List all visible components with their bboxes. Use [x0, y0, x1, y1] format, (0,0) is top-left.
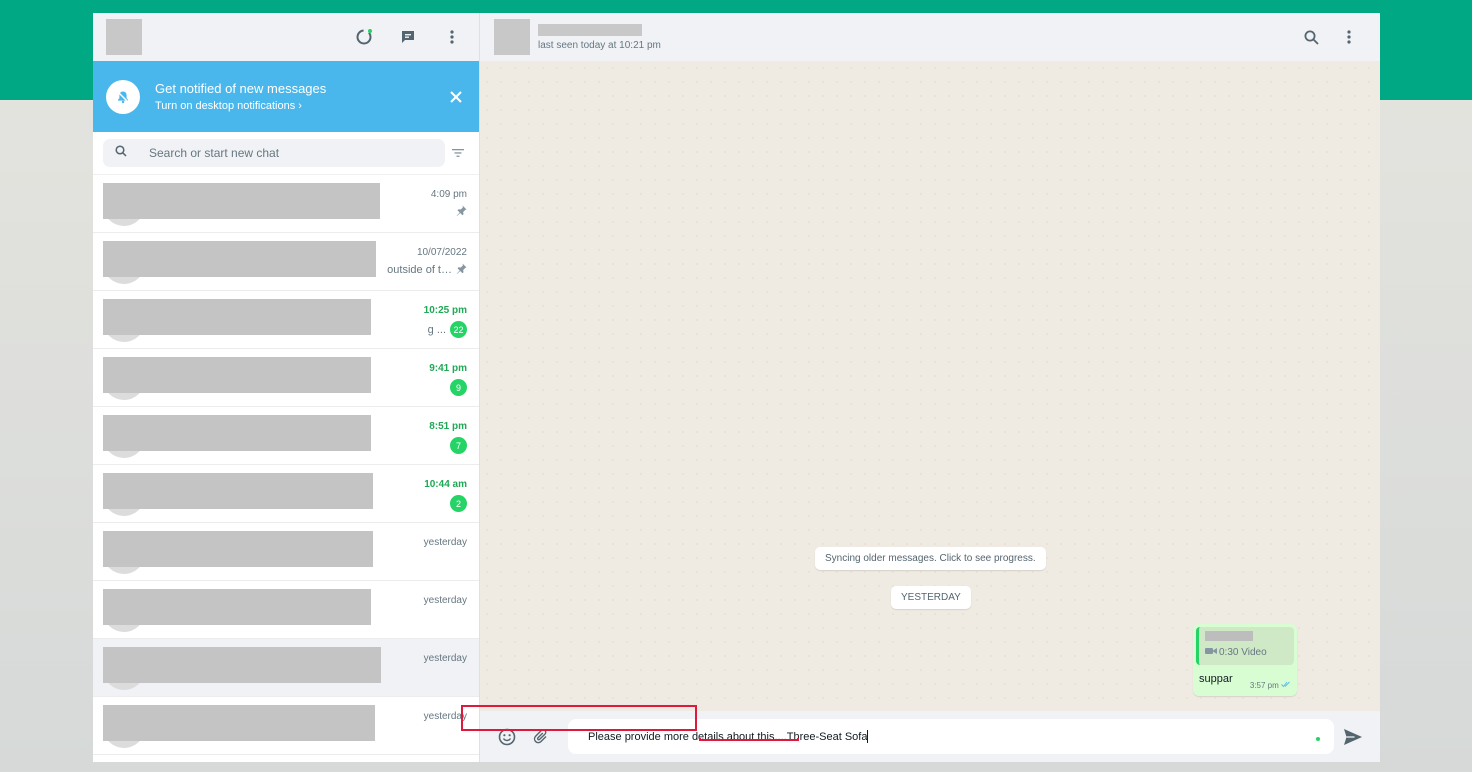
status-icon[interactable]	[353, 26, 375, 48]
chat-meta: 2	[450, 495, 467, 512]
close-icon[interactable]	[446, 87, 466, 107]
search-icon	[115, 144, 127, 162]
notification-title: Get notified of new messages	[155, 81, 327, 96]
chat-preview-redacted	[103, 241, 376, 277]
status-dot-icon	[1316, 737, 1320, 741]
chat-meta: 9	[450, 379, 467, 396]
whatsapp-window: Get notified of new messages Turn on des…	[93, 13, 1380, 762]
last-seen: last seen today at 10:21 pm	[538, 39, 661, 51]
my-avatar[interactable]	[106, 19, 142, 55]
contact-info[interactable]: last seen today at 10:21 pm	[538, 23, 661, 51]
chat-meta: 7	[450, 437, 467, 454]
message-typed-text: Three-Seat Sofa	[786, 730, 868, 743]
media-label: 0:30 Video	[1219, 647, 1267, 658]
header-actions	[353, 26, 463, 48]
double-check-icon	[1281, 681, 1291, 690]
chat-row[interactable]: 8:51 pm 7	[93, 407, 479, 465]
quoted-author-redacted	[1205, 631, 1253, 641]
chat-time: yesterday	[423, 537, 467, 548]
chat-preview-redacted	[103, 531, 373, 567]
conversation-actions	[1300, 26, 1360, 48]
chat-preview-redacted	[103, 647, 381, 683]
composer-actions	[496, 726, 552, 748]
chat-row[interactable]: yesterday	[93, 697, 479, 755]
notification-banner[interactable]: Get notified of new messages Turn on des…	[93, 61, 479, 132]
emoji-icon[interactable]	[496, 726, 518, 748]
pin-icon	[456, 205, 467, 219]
chat-row[interactable]: yesterday	[93, 581, 479, 639]
chat-row[interactable]: 4:09 pm	[93, 175, 479, 233]
chat-preview-redacted	[103, 183, 380, 219]
date-divider: YESTERDAY	[891, 586, 971, 609]
chat-preview-redacted	[103, 473, 373, 509]
new-chat-icon[interactable]	[397, 26, 419, 48]
chat-row[interactable]: 10:25 pm g ... 22	[93, 291, 479, 349]
search-input[interactable]	[149, 146, 419, 160]
unread-badge: 7	[450, 437, 467, 454]
conversation-header[interactable]: last seen today at 10:21 pm	[480, 13, 1380, 61]
chat-time: 10/07/2022	[416, 247, 467, 258]
send-icon[interactable]	[1342, 726, 1364, 748]
notification-text: Get notified of new messages Turn on des…	[155, 81, 326, 112]
left-header	[93, 13, 479, 61]
contact-avatar[interactable]	[494, 19, 530, 55]
message-prefix-text: Please provide more details about this..…	[588, 730, 787, 743]
pin-icon	[456, 263, 467, 277]
chat-row[interactable]: 10:44 am 2	[93, 465, 479, 523]
chat-preview-redacted	[103, 589, 371, 625]
unread-badge: 22	[450, 321, 467, 338]
chat-snippet: outside of t…	[387, 264, 452, 276]
chat-row[interactable]: 9:41 pm 9	[93, 349, 479, 407]
filter-icon[interactable]	[447, 142, 469, 164]
chat-time: 10:44 am	[424, 479, 467, 490]
chat-preview-redacted	[103, 357, 371, 393]
chat-list: 4:09 pm 10/07/2022 outside of t… 10:25 pm g …	[93, 175, 479, 762]
chat-preview-redacted	[103, 705, 375, 741]
menu-icon[interactable]	[441, 26, 463, 48]
message-input[interactable]: Please provide more details about this..…	[568, 719, 1334, 754]
bell-off-icon	[106, 79, 140, 114]
enable-notifications-link[interactable]: Turn on desktop notifications ›	[155, 100, 326, 112]
search-box[interactable]	[103, 139, 445, 167]
chat-time: 10:25 pm	[423, 305, 467, 316]
search-icon[interactable]	[1300, 26, 1322, 48]
conversation-pane: last seen today at 10:21 pm Syncing olde…	[480, 13, 1380, 762]
chat-time: yesterday	[423, 711, 467, 722]
chat-time: 8:51 pm	[429, 421, 467, 432]
chat-meta: outside of t…	[387, 263, 467, 277]
chat-list-pane: Get notified of new messages Turn on des…	[93, 13, 480, 762]
attach-icon[interactable]	[530, 726, 552, 748]
chat-time: yesterday	[423, 595, 467, 606]
message-meta: 3:57 pm	[1250, 681, 1291, 690]
message-area: Syncing older messages. Click to see pro…	[480, 61, 1380, 711]
chat-meta: g ... 22	[428, 321, 467, 338]
chat-time: yesterday	[423, 653, 467, 664]
chat-time: 4:09 pm	[430, 189, 467, 200]
search-row	[93, 132, 479, 175]
unread-badge: 9	[450, 379, 467, 396]
message-time: 3:57 pm	[1249, 681, 1279, 690]
chat-time: 9:41 pm	[429, 363, 467, 374]
quoted-message[interactable]: 0:30 Video	[1196, 627, 1294, 665]
composer: Please provide more details about this..…	[480, 711, 1380, 762]
contact-name-redacted	[538, 23, 642, 36]
chat-row[interactable]: yesterday	[93, 523, 479, 581]
chat-row[interactable]: 10/07/2022 outside of t…	[93, 233, 479, 291]
sync-notice[interactable]: Syncing older messages. Click to see pro…	[815, 547, 1046, 570]
chat-row[interactable]: yesterday	[93, 639, 479, 697]
quoted-media: 0:30 Video	[1205, 647, 1288, 658]
chat-snippet: g ...	[427, 323, 446, 336]
chat-preview-redacted	[103, 299, 371, 335]
menu-icon[interactable]	[1338, 26, 1360, 48]
chat-meta	[456, 205, 467, 219]
chat-preview-redacted	[103, 415, 371, 451]
video-camera-icon	[1205, 647, 1217, 658]
text-caret	[867, 730, 869, 743]
unread-badge: 2	[450, 495, 467, 512]
outgoing-message[interactable]: 0:30 Video suppar 3:57 pm	[1193, 624, 1297, 696]
